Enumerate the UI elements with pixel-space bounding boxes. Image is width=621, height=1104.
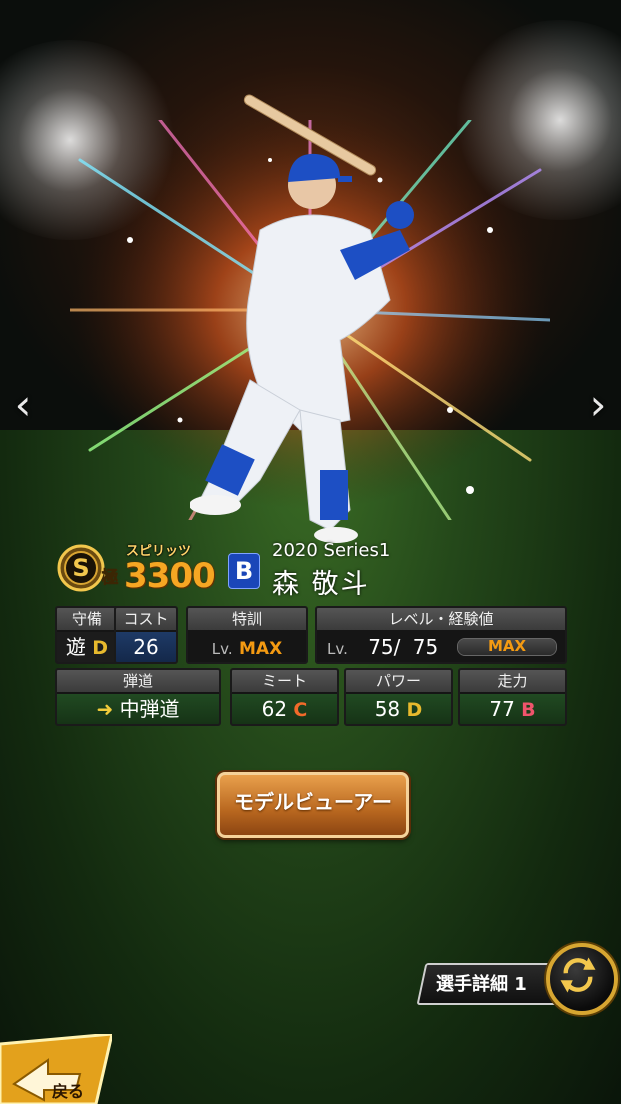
defense-grade: D <box>92 637 109 659</box>
trajectory-arrow-icon: ➜ <box>96 697 114 721</box>
level-lv-prefix: Lv. <box>327 640 348 658</box>
level-separator: / <box>393 635 401 659</box>
speed-header: 走力 <box>460 670 565 692</box>
rank-badge: S 極 <box>57 544 119 592</box>
spirit-value: 3300 <box>124 556 216 596</box>
rank-suffix: 極 <box>102 567 119 588</box>
speed-value: 77 <box>489 697 515 721</box>
power-grade: D <box>406 699 423 721</box>
cost-box: コスト 26 <box>114 606 178 664</box>
cost-value: 26 <box>116 632 176 662</box>
defense-position: 遊 <box>65 635 86 659</box>
training-value: MAX <box>239 639 283 659</box>
trajectory-value: 中弾道 <box>119 697 180 721</box>
training-header: 特訓 <box>188 608 306 630</box>
back-label[interactable]: 戻る <box>52 1078 84 1102</box>
team-logo: B <box>228 553 260 589</box>
cost-header: コスト <box>116 608 176 630</box>
training-box: 特訓 Lv. MAX <box>186 606 308 664</box>
swap-arrows-icon <box>560 957 596 993</box>
switch-detail-button[interactable] <box>546 943 618 1015</box>
player-name: 森 敬斗 <box>272 569 370 600</box>
level-current: 75 <box>368 635 394 659</box>
player-illustration <box>190 94 414 543</box>
trajectory-box: 弾道 ➜ 中弾道 <box>55 668 221 726</box>
next-card-button[interactable]: › <box>583 380 613 430</box>
defense-box: 守備 遊 D <box>55 606 119 664</box>
trajectory-header: 弾道 <box>57 670 219 692</box>
level-box: レベル・経験値 Lv. 75/ 75 MAX <box>315 606 567 664</box>
speed-grade: B <box>521 699 536 721</box>
meet-box: ミート 62 C <box>230 668 339 726</box>
series-label: 2020 Series1 <box>272 540 391 561</box>
meet-grade: C <box>293 699 308 721</box>
model-viewer-button[interactable]: モデルビューアー <box>217 772 409 838</box>
defense-header: 守備 <box>57 608 117 630</box>
level-max: 75 <box>412 635 439 659</box>
level-header: レベル・経験値 <box>317 608 565 630</box>
power-value: 58 <box>374 697 401 721</box>
player-card-screen: ‹ › S 極 スピリッツ 3300 B 2020 Series1 森 敬斗 守… <box>0 0 621 1104</box>
exp-label: MAX <box>487 638 527 655</box>
training-lv-prefix: Lv. <box>211 640 233 658</box>
meet-header: ミート <box>232 670 337 692</box>
exp-bar: MAX <box>457 638 557 656</box>
player-detail-label[interactable]: 選手詳細 1 <box>436 970 527 996</box>
speed-box: 走力 77 B <box>458 668 567 726</box>
power-header: パワー <box>346 670 451 692</box>
previous-card-button[interactable]: ‹ <box>8 380 38 430</box>
meet-value: 62 <box>261 697 288 721</box>
power-box: パワー 58 D <box>344 668 453 726</box>
rank-letter: S <box>72 554 89 582</box>
